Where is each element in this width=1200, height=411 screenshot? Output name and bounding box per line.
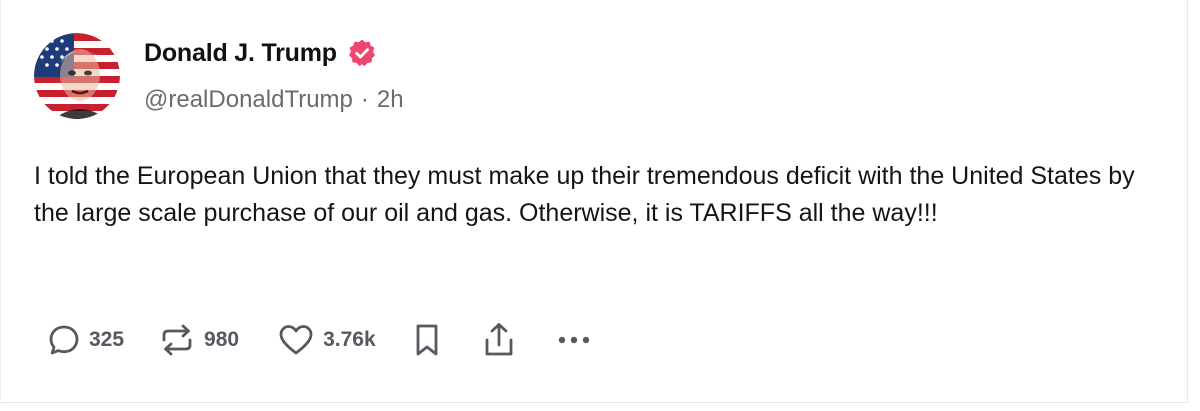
bookmark-icon	[412, 322, 442, 358]
reply-count: 325	[89, 328, 125, 351]
reply-button[interactable]: 325	[47, 323, 124, 357]
author-handle[interactable]: @realDonaldTrump	[144, 86, 353, 114]
author-display-name[interactable]: Donald J. Trump	[144, 39, 337, 68]
avatar-image	[34, 33, 120, 119]
like-count: 3.76k	[323, 328, 376, 351]
post-timestamp[interactable]: 2h	[377, 86, 404, 114]
action-bar: 325 980 3.76k	[47, 318, 592, 362]
reply-icon	[47, 323, 81, 357]
post-card: Donald J. Trump @realDonaldTrump · 2h I …	[0, 0, 1188, 403]
verified-badge-icon	[347, 38, 377, 68]
author-name-row: Donald J. Trump	[144, 38, 377, 68]
repost-button[interactable]: 980	[158, 323, 239, 357]
repost-count: 980	[204, 328, 240, 351]
avatar[interactable]	[34, 33, 120, 119]
like-button[interactable]: 3.76k	[277, 323, 376, 357]
more-icon	[556, 334, 592, 346]
repost-icon	[158, 323, 196, 357]
post-text: I told the European Union that they must…	[34, 162, 1135, 227]
like-icon	[277, 323, 315, 357]
author-meta-row: @realDonaldTrump · 2h	[144, 86, 404, 114]
more-options-button[interactable]	[556, 334, 592, 346]
bookmark-button[interactable]	[412, 322, 442, 358]
share-icon	[482, 321, 516, 359]
share-button[interactable]	[482, 321, 516, 359]
meta-separator: ·	[360, 86, 369, 113]
